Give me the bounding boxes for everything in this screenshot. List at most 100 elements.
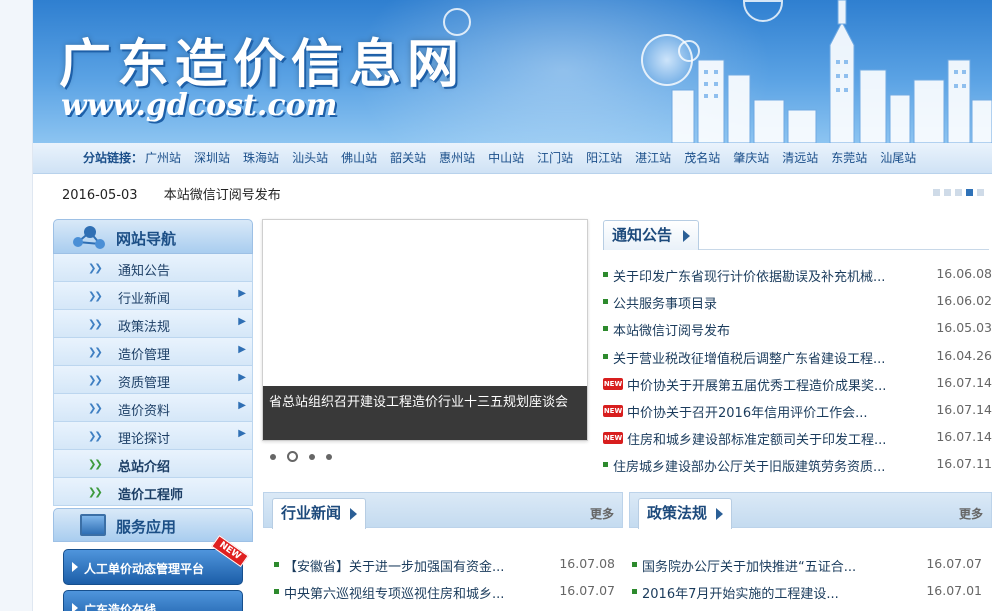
slide-dot[interactable] <box>309 453 315 460</box>
notice-link[interactable]: 中价协关于开展第五届优秀工程造价成果奖... <box>627 375 886 394</box>
branch-link[interactable]: 江门站 <box>537 151 573 165</box>
double-chevron-icon: ❯❯ <box>88 431 103 442</box>
bullet-icon <box>603 326 608 332</box>
branch-link[interactable]: 韶关站 <box>390 151 426 165</box>
branch-link[interactable]: 广州站 <box>145 151 181 165</box>
sidebar-item[interactable]: ❯❯ 造价工程师 <box>53 478 253 506</box>
notice-link[interactable]: 关于营业税改征增值税后调整广东省建设工程... <box>613 348 885 367</box>
slide-dot[interactable] <box>326 453 332 460</box>
bullet-icon <box>603 353 608 359</box>
site-banner: 广东造价信息网 www.gdcost.com <box>33 0 992 143</box>
sidebar-item-label: 理论探讨 <box>118 432 171 447</box>
list-item[interactable]: 关于印发广东省现行计价依据勘误及补充机械... 16.06.08 <box>603 263 992 290</box>
branch-link[interactable]: 茂名站 <box>684 151 720 165</box>
notice-link[interactable]: 公共服务事项目录 <box>613 293 717 312</box>
branch-link[interactable]: 惠州站 <box>439 151 475 165</box>
branch-link[interactable]: 汕头站 <box>292 151 328 165</box>
triangle-right-icon <box>716 508 724 520</box>
notice-link[interactable]: 中价协关于召开2016年信用评价工作会... <box>627 402 867 421</box>
pager-dot[interactable] <box>955 189 962 196</box>
sidebar-item[interactable]: ❯❯ 通知公告 <box>53 254 253 282</box>
list-item[interactable]: 2016年7月开始实施的工程建设... 16.07.01 <box>632 580 982 607</box>
notice-date: 16.07.14 <box>936 429 992 445</box>
double-chevron-icon: ❯❯ <box>88 375 103 386</box>
double-chevron-icon: ❯❯ <box>88 347 103 358</box>
news-date: 16.07.07 <box>926 556 982 571</box>
bullet-icon <box>632 562 637 567</box>
list-item[interactable]: 住房城乡建设部办公厅关于旧版建筑劳务资质... 16.07.11 <box>603 453 992 480</box>
news-ticker[interactable]: 2016-05-03 本站微信订阅号发布 <box>62 184 281 203</box>
sidebar-item[interactable]: ❯❯ 资质管理 ▶ <box>53 366 253 394</box>
list-item[interactable]: 中央第六巡视组专项巡视住房和城乡... 16.07.07 <box>274 580 615 607</box>
slide-dot[interactable] <box>270 453 276 460</box>
notice-link[interactable]: 关于印发广东省现行计价依据勘误及补充机械... <box>613 266 885 285</box>
policy-list: 国务院办公厅关于加快推进“五证合... 16.07.07 2016年7月开始实施的工… <box>632 553 982 607</box>
news-link[interactable]: 国务院办公厅关于加快推进“五证合... <box>642 556 856 575</box>
double-chevron-icon: ❯❯ <box>88 487 103 498</box>
branch-link[interactable]: 肇庆站 <box>733 151 769 165</box>
branch-link[interactable]: 深圳站 <box>194 151 230 165</box>
sidebar-item[interactable]: ❯❯ 行业新闻 ▶ <box>53 282 253 310</box>
list-item[interactable]: NEW 中价协关于召开2016年信用评价工作会... 16.07.14 <box>603 399 992 426</box>
sidebar-item-label: 行业新闻 <box>118 292 171 307</box>
sidebar-item[interactable]: ❯❯ 总站介绍 <box>53 450 253 478</box>
slide-caption[interactable]: 省总站组织召开建设工程造价行业十三五规划座谈会 <box>263 386 587 440</box>
branch-link[interactable]: 珠海站 <box>243 151 279 165</box>
news-link[interactable]: 【安徽省】关于进一步加强国有资金... <box>284 556 504 575</box>
chevron-right-icon: ▶ <box>238 288 246 299</box>
chevron-right-icon: ▶ <box>238 316 246 327</box>
bullet-icon <box>274 562 279 567</box>
pager-dot[interactable] <box>933 189 940 196</box>
policy-more-link[interactable]: 更多 <box>959 505 983 522</box>
triangle-right-icon <box>350 508 358 520</box>
notice-link[interactable]: 本站微信订阅号发布 <box>613 320 730 339</box>
notice-date: 16.07.11 <box>936 456 992 472</box>
policy-header: 政策法规 更多 <box>629 492 992 529</box>
branch-link[interactable]: 佛山站 <box>341 151 377 165</box>
service-button-label: 人工单价动态管理平台 <box>84 562 205 576</box>
sidebar-item-label: 通知公告 <box>118 264 171 279</box>
list-item[interactable]: 关于营业税改征增值税后调整广东省建设工程... 16.04.26 <box>603 345 992 372</box>
news-date: 16.07.01 <box>926 583 982 598</box>
notice-link[interactable]: 住房城乡建设部办公厅关于旧版建筑劳务资质... <box>613 456 885 475</box>
branch-link[interactable]: 中山站 <box>488 151 524 165</box>
news-link[interactable]: 2016年7月开始实施的工程建设... <box>642 583 839 602</box>
ticker-text[interactable]: 本站微信订阅号发布 <box>164 188 281 203</box>
sidebar-item-label: 资质管理 <box>118 376 171 391</box>
list-item[interactable]: NEW 中价协关于开展第五届优秀工程造价成果奖... 16.07.14 <box>603 372 992 399</box>
chevron-right-icon: ▶ <box>238 428 246 439</box>
pager-dot[interactable] <box>944 189 951 196</box>
pager-dot[interactable] <box>977 189 984 196</box>
branch-link[interactable]: 阳江站 <box>586 151 622 165</box>
pager-dot-active[interactable] <box>966 189 973 196</box>
branch-link[interactable]: 东莞站 <box>831 151 867 165</box>
sidebar-item[interactable]: ❯❯ 理论探讨 ▶ <box>53 422 253 450</box>
gd-cost-online-button[interactable]: 广东造价在线 <box>63 590 243 611</box>
branch-link[interactable]: 清远站 <box>782 151 818 165</box>
tab-notice[interactable]: 通知公告 <box>603 220 700 250</box>
tab-industry-news[interactable]: 行业新闻 <box>272 498 367 529</box>
branch-link[interactable]: 汕尾站 <box>880 151 916 165</box>
list-item[interactable]: 公共服务事项目录 16.06.02 <box>603 290 992 317</box>
triangle-right-icon <box>72 603 78 611</box>
branch-link[interactable]: 湛江站 <box>635 151 671 165</box>
sidebar-item[interactable]: ❯❯ 造价资料 ▶ <box>53 394 253 422</box>
double-chevron-icon: ❯❯ <box>88 403 103 414</box>
service-title: 服务应用 <box>116 518 177 536</box>
news-link[interactable]: 中央第六巡视组专项巡视住房和城乡... <box>284 583 504 602</box>
sidebar-item-label: 造价工程师 <box>118 488 184 503</box>
list-item[interactable]: 国务院办公厅关于加快推进“五证合... 16.07.07 <box>632 553 982 580</box>
network-molecule-icon <box>73 226 105 249</box>
double-chevron-icon: ❯❯ <box>88 459 103 470</box>
list-item[interactable]: NEW 住房和城乡建设部标准定额司关于印发工程... 16.07.14 <box>603 426 992 453</box>
sidebar-item[interactable]: ❯❯ 政策法规 ▶ <box>53 310 253 338</box>
image-slideshow[interactable]: 省总站组织召开建设工程造价行业十三五规划座谈会 <box>262 219 588 441</box>
industry-more-link[interactable]: 更多 <box>590 505 614 522</box>
notice-link[interactable]: 住房和城乡建设部标准定额司关于印发工程... <box>627 429 886 448</box>
tab-policy[interactable]: 政策法规 <box>638 498 733 529</box>
slide-dot-active[interactable] <box>287 451 298 462</box>
sidebar-item[interactable]: ❯❯ 造价管理 ▶ <box>53 338 253 366</box>
list-item[interactable]: 本站微信订阅号发布 16.05.03 <box>603 317 992 344</box>
list-item[interactable]: 【安徽省】关于进一步加强国有资金... 16.07.08 <box>274 553 615 580</box>
labor-price-platform-button[interactable]: 人工单价动态管理平台 NEW <box>63 535 249 585</box>
